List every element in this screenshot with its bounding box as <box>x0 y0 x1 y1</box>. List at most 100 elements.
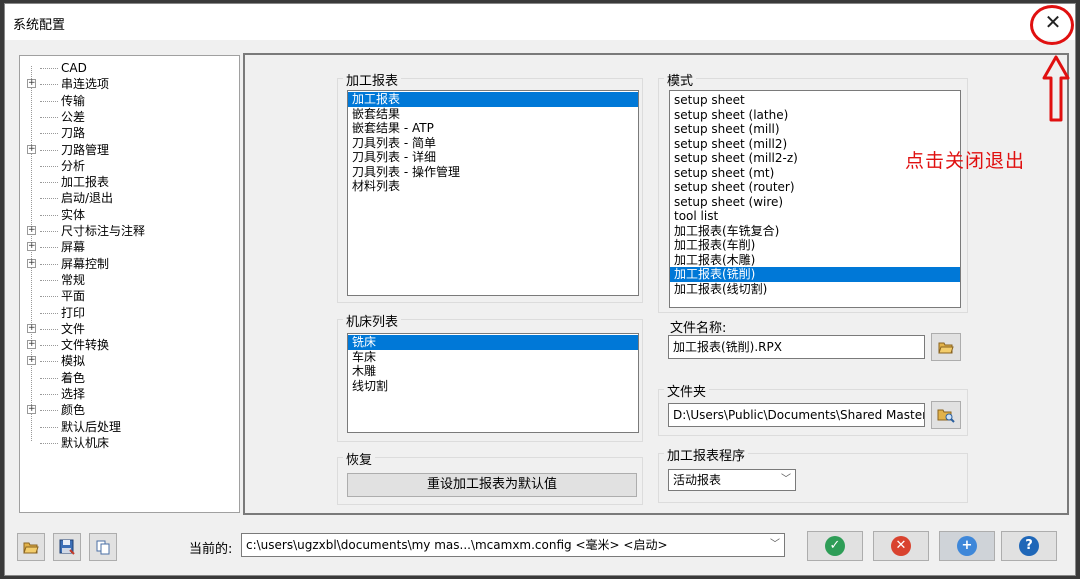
ok-button[interactable]: ✓ <box>807 531 863 561</box>
program-select[interactable]: 活动报表 ﹀ <box>668 469 796 491</box>
list-item[interactable]: 嵌套结果 - ATP <box>348 121 638 136</box>
copy-config-button[interactable] <box>89 533 117 561</box>
expand-icon[interactable]: + <box>27 79 36 89</box>
cancel-button[interactable]: ✕ <box>873 531 929 561</box>
list-item[interactable]: 加工报表(木雕) <box>670 253 960 268</box>
tree-item[interactable]: + 颜色 <box>20 402 240 418</box>
expand-icon[interactable]: + <box>27 258 36 268</box>
tree-item[interactable]: 打印 <box>20 305 240 321</box>
tree-item[interactable]: 默认后处理 <box>20 419 240 435</box>
tree-item[interactable]: 启动/退出 <box>20 190 240 206</box>
tree-item[interactable]: 加工报表 <box>20 174 240 190</box>
tree-item-label: 尺寸标注与注释 <box>61 224 146 238</box>
browse-folder-button[interactable] <box>931 401 961 429</box>
chevron-down-icon: ﹀ <box>770 539 780 550</box>
open-file-button[interactable] <box>931 333 961 361</box>
list-item[interactable]: 木雕 <box>348 364 638 379</box>
tree-connector <box>40 345 58 347</box>
tree-connector <box>40 377 58 379</box>
filename-label: 文件名称: <box>667 317 730 336</box>
tree-item-label: 刀路管理 <box>61 142 110 157</box>
list-item[interactable]: 加工报表(线切割) <box>670 282 960 297</box>
expand-icon[interactable]: + <box>27 356 36 366</box>
tree-connector <box>40 410 58 412</box>
tree-connector <box>40 214 58 216</box>
list-item[interactable]: 铣床 <box>348 335 638 350</box>
tree-item[interactable]: 着色 <box>20 370 240 386</box>
category-tree[interactable]: CAD + 串连选项 传输 公差 刀路 + 刀路管理 分析 加工报表 启动/退出 实体 + 尺寸标注与注释… <box>19 55 240 513</box>
list-item[interactable]: setup sheet (router) <box>670 180 960 195</box>
list-item[interactable]: 材料列表 <box>348 179 638 194</box>
tree-connector <box>40 279 58 281</box>
tree-item[interactable]: + 刀路管理 <box>20 142 240 158</box>
tree-item[interactable]: + 屏幕 <box>20 239 240 255</box>
list-item[interactable]: setup sheet (lathe) <box>670 108 960 123</box>
report-listbox[interactable]: 加工报表 嵌套结果 嵌套结果 - ATP 刀具列表 - 简单 刀具列表 - 详细 刀具列表… <box>347 90 639 296</box>
list-item[interactable]: 刀具列表 - 操作管理 <box>348 165 638 180</box>
tree-item[interactable]: + 模拟 <box>20 353 240 369</box>
tree-connector <box>40 312 58 314</box>
list-item[interactable]: setup sheet (mill) <box>670 122 960 137</box>
expand-icon[interactable]: + <box>27 405 36 415</box>
machine-group: 机床列表 铣床 车床 木雕 线切割 <box>337 311 643 442</box>
save-config-button[interactable] <box>53 533 81 561</box>
tree-item-label: 串连选项 <box>61 77 110 92</box>
tree-item[interactable]: 默认机床 <box>20 435 240 451</box>
tree-item[interactable]: + 屏幕控制 <box>20 256 240 272</box>
tree-item[interactable]: + 尺寸标注与注释 <box>20 223 240 239</box>
config-path-select[interactable]: c:\users\ugzxbl\documents\my mas...\mcam… <box>241 533 785 557</box>
expand-icon[interactable]: + <box>27 144 36 154</box>
load-config-button[interactable] <box>17 533 45 561</box>
list-item[interactable]: 加工报表(铣削) <box>670 267 960 282</box>
config-path-value: c:\users\ugzxbl\documents\my mas...\mcam… <box>246 538 668 552</box>
chevron-down-icon: ﹀ <box>781 474 791 485</box>
tree-item-label: CAD <box>61 61 87 75</box>
list-item[interactable]: tool list <box>670 209 960 224</box>
title-bar: 系统配置 ✕ <box>5 4 1075 40</box>
tree-connector <box>40 133 58 135</box>
list-item[interactable]: 加工报表 <box>348 92 638 107</box>
save-icon <box>59 539 75 555</box>
help-button[interactable]: ? <box>1001 531 1057 561</box>
current-config-label: 当前的: <box>189 542 233 557</box>
list-item[interactable]: setup sheet (wire) <box>670 195 960 210</box>
list-item[interactable]: 加工报表(车削) <box>670 238 960 253</box>
checkmark-icon: ✓ <box>825 536 845 556</box>
tree-connector <box>40 442 58 444</box>
list-item[interactable]: 线切割 <box>348 379 638 394</box>
tree-item[interactable]: 常规 <box>20 272 240 288</box>
list-item[interactable]: 刀具列表 - 详细 <box>348 150 638 165</box>
folder-open-icon <box>23 542 39 554</box>
expand-icon[interactable]: + <box>27 340 36 350</box>
tree-item[interactable]: + 串连选项 <box>20 76 240 92</box>
tree-item[interactable]: + 文件 <box>20 321 240 337</box>
expand-icon[interactable]: + <box>27 242 36 252</box>
tree-item[interactable]: 分析 <box>20 158 240 174</box>
tree-item-label: 文件转换 <box>61 338 110 353</box>
tree-item[interactable]: 实体 <box>20 207 240 223</box>
list-item[interactable]: 车床 <box>348 350 638 365</box>
list-item[interactable]: 加工报表(车铣复合) <box>670 224 960 239</box>
list-item[interactable]: setup sheet <box>670 93 960 108</box>
list-item[interactable]: 刀具列表 - 简单 <box>348 136 638 151</box>
tree-item[interactable]: 平面 <box>20 288 240 304</box>
tree-item-label: 默认后处理 <box>61 419 122 434</box>
expand-icon[interactable]: + <box>27 323 36 333</box>
tree-item[interactable]: 公差 <box>20 109 240 125</box>
tree-item[interactable]: 刀路 <box>20 125 240 141</box>
tree-connector <box>40 263 58 265</box>
tree-item[interactable]: + 文件转换 <box>20 337 240 353</box>
expand-icon[interactable]: + <box>27 226 36 235</box>
reset-report-button[interactable]: 重设加工报表为默认值 <box>347 473 637 497</box>
window-title: 系统配置 <box>13 18 66 33</box>
list-item[interactable]: 嵌套结果 <box>348 107 638 122</box>
machine-group-title: 机床列表 <box>343 311 402 330</box>
tree-item[interactable]: 选择 <box>20 386 240 402</box>
machine-listbox[interactable]: 铣床 车床 木雕 线切割 <box>347 333 639 433</box>
folder-field[interactable]: D:\Users\Public\Documents\Shared Masterc… <box>668 403 925 427</box>
tree-item[interactable]: CAD <box>20 60 240 76</box>
apply-button[interactable]: + <box>939 531 995 561</box>
tree-item[interactable]: 传输 <box>20 93 240 109</box>
mode-listbox[interactable]: setup sheet setup sheet (lathe) setup shee… <box>669 90 961 308</box>
filename-field[interactable]: 加工报表(铣削).RPX <box>668 335 925 359</box>
